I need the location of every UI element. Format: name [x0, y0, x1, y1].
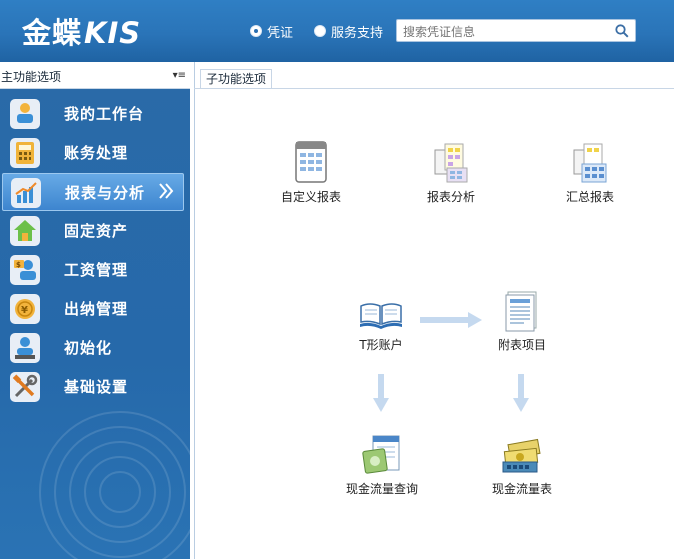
sidebar-item-payroll[interactable]: $ 工资管理 [0, 250, 190, 288]
arrow-down-icon-2 [513, 374, 529, 416]
sidebar-item-accounting[interactable]: 账务处理 [0, 133, 190, 171]
sub-function-header: 子功能选项 [194, 62, 674, 89]
svg-text:¥: ¥ [21, 305, 28, 316]
report-analysis-button[interactable]: 报表分析 [418, 140, 484, 205]
appendix-items-label: 附表项目 [497, 338, 546, 352]
arrow-down-icon [373, 374, 389, 416]
cashflow-query-icon [361, 434, 403, 476]
sidebar-item-reports[interactable]: 报表与分析 [2, 173, 184, 211]
appendix-doc-icon [502, 290, 542, 332]
coin-icon: ¥ [10, 294, 40, 324]
summary-report-icon [570, 140, 610, 184]
open-book-icon [358, 296, 404, 332]
sub-function-tab: 子功能选项 [200, 69, 273, 88]
sidebar-item-fixed-assets[interactable]: 固定资产 [0, 211, 190, 249]
app-header: 金蝶KIS 凭证 服务支持 [0, 0, 674, 62]
custom-report-icon [293, 140, 329, 184]
appendix-items-button[interactable]: 附表项目 [490, 290, 554, 353]
custom-report-button[interactable]: 自定义报表 [275, 140, 347, 205]
radio-voucher[interactable]: 凭证 [250, 22, 294, 41]
radio-service-label: 服务支持 [331, 25, 384, 41]
radio-selected-icon[interactable] [250, 25, 262, 37]
radio-voucher-label: 凭证 [267, 25, 294, 41]
custom-report-label: 自定义报表 [280, 190, 341, 204]
sub-function-panel [194, 62, 674, 559]
report-analysis-label: 报表分析 [426, 190, 475, 204]
arrow-right-icon [420, 312, 484, 332]
payroll-icon: $ [10, 255, 40, 285]
sidebar-item-workbench[interactable]: 我的工作台 [0, 94, 190, 132]
cashflow-query-button[interactable]: 现金流量查询 [340, 434, 424, 497]
summary-report-button[interactable]: 汇总报表 [560, 140, 620, 205]
bar-chart-icon [11, 178, 41, 208]
cashflow-table-button[interactable]: 现金流量表 [486, 438, 558, 497]
search-input[interactable] [401, 22, 605, 41]
radio-service[interactable]: 服务支持 [314, 22, 384, 41]
tools-icon [10, 372, 40, 402]
t-account-label: T形账户 [359, 338, 403, 352]
main-function-tab: 主功能选项 [1, 70, 62, 84]
chevron-double-right-icon [157, 179, 175, 208]
cashflow-query-label: 现金流量查询 [345, 482, 418, 496]
person-desk-icon [10, 99, 40, 129]
app-logo: 金蝶KIS [22, 16, 142, 50]
cash-stack-icon [499, 438, 545, 476]
calculator-icon [10, 138, 40, 168]
report-analysis-icon [431, 140, 471, 184]
svg-text:$: $ [16, 261, 21, 269]
t-account-button[interactable]: T形账户 [352, 296, 410, 353]
init-user-icon [10, 333, 40, 363]
sidebar-item-cashier[interactable]: ¥ 出纳管理 [0, 289, 190, 327]
search-box[interactable] [396, 19, 636, 42]
main-function-header: 主功能选项 ▾≡ [0, 62, 190, 89]
summary-report-label: 汇总报表 [565, 190, 614, 204]
sidebar-item-initialize[interactable]: 初始化 [0, 328, 190, 366]
search-icon[interactable] [609, 20, 635, 41]
house-icon [10, 216, 40, 246]
radio-unselected-icon[interactable] [314, 25, 326, 37]
sidebar-item-basic-settings[interactable]: 基础设置 [0, 367, 190, 405]
panel-menu-icon[interactable]: ▾≡ [173, 70, 186, 81]
cashflow-table-label: 现金流量表 [491, 482, 552, 496]
